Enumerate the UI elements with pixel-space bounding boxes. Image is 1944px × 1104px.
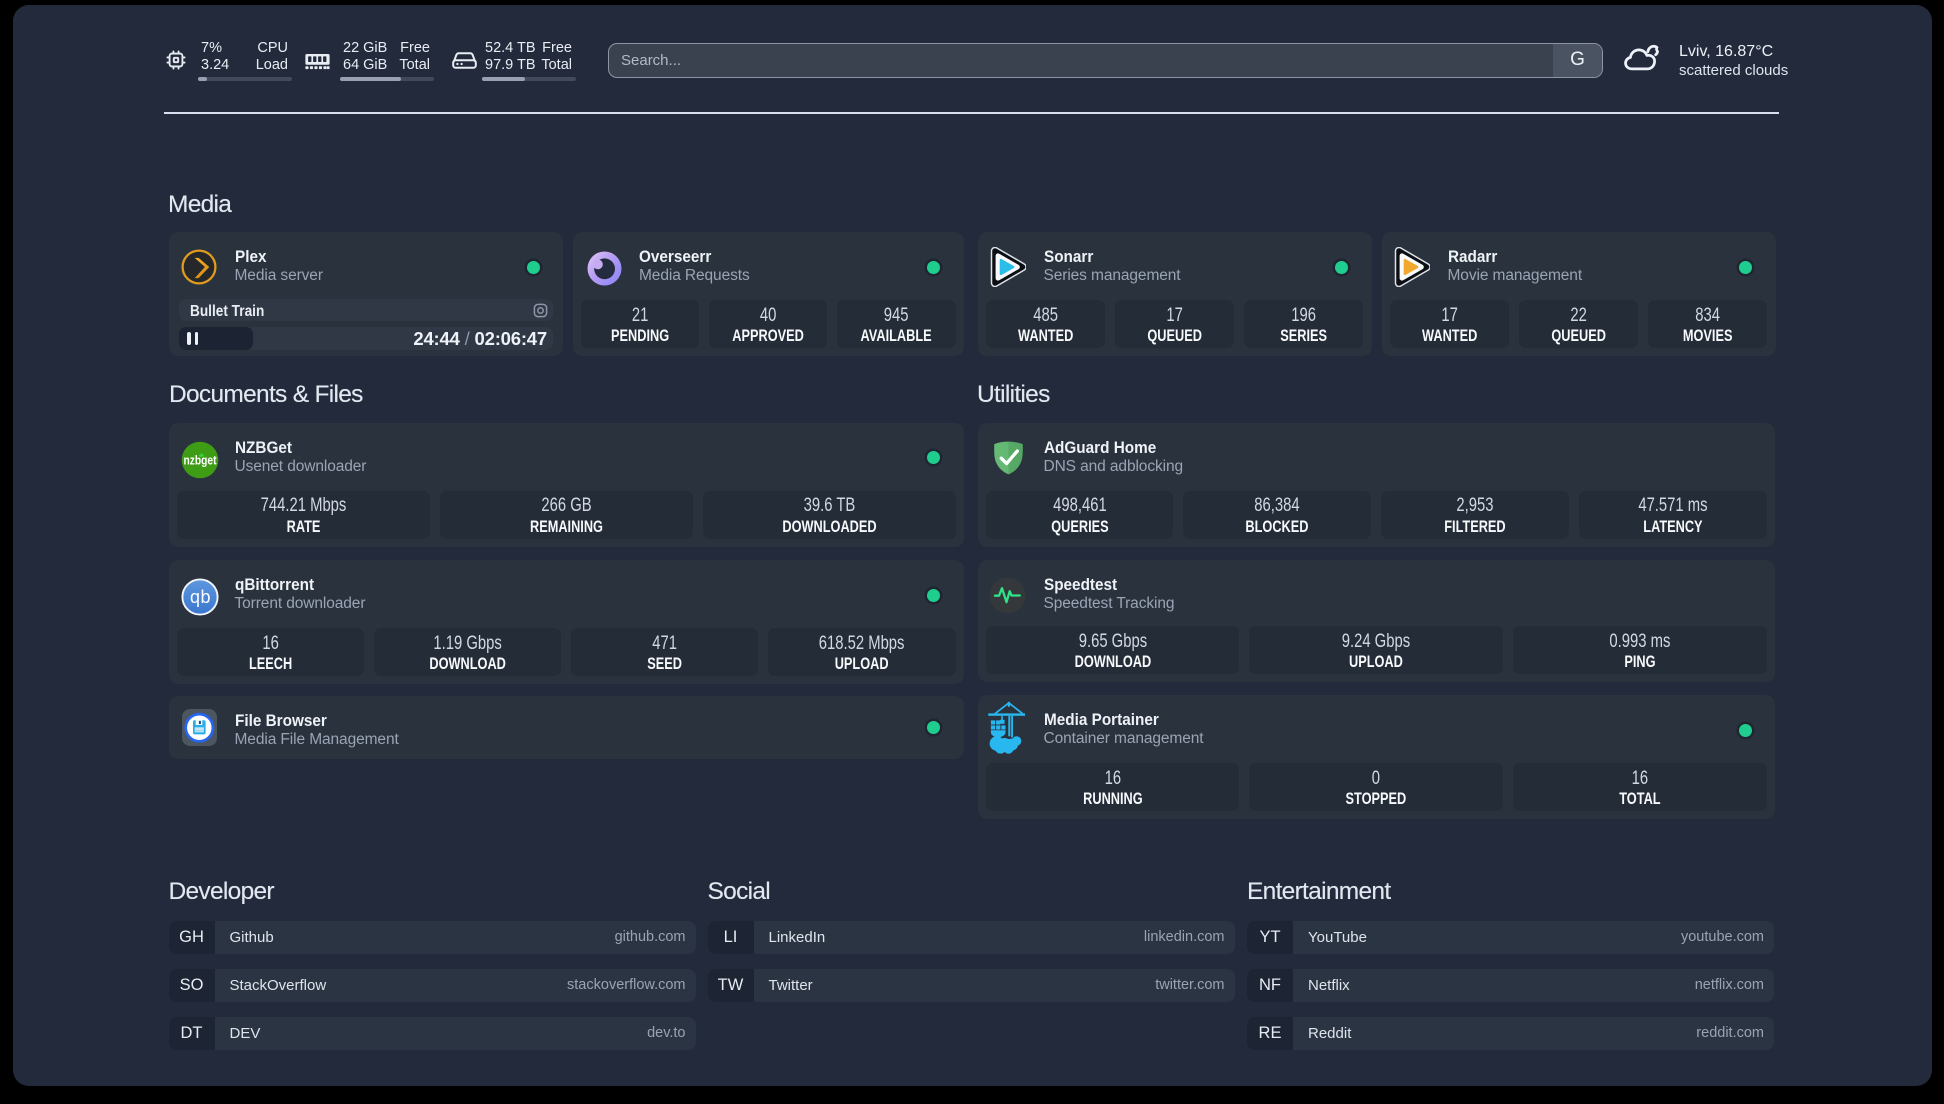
svg-text:nzbget: nzbget xyxy=(183,452,217,467)
svg-text:qb: qb xyxy=(189,587,210,607)
